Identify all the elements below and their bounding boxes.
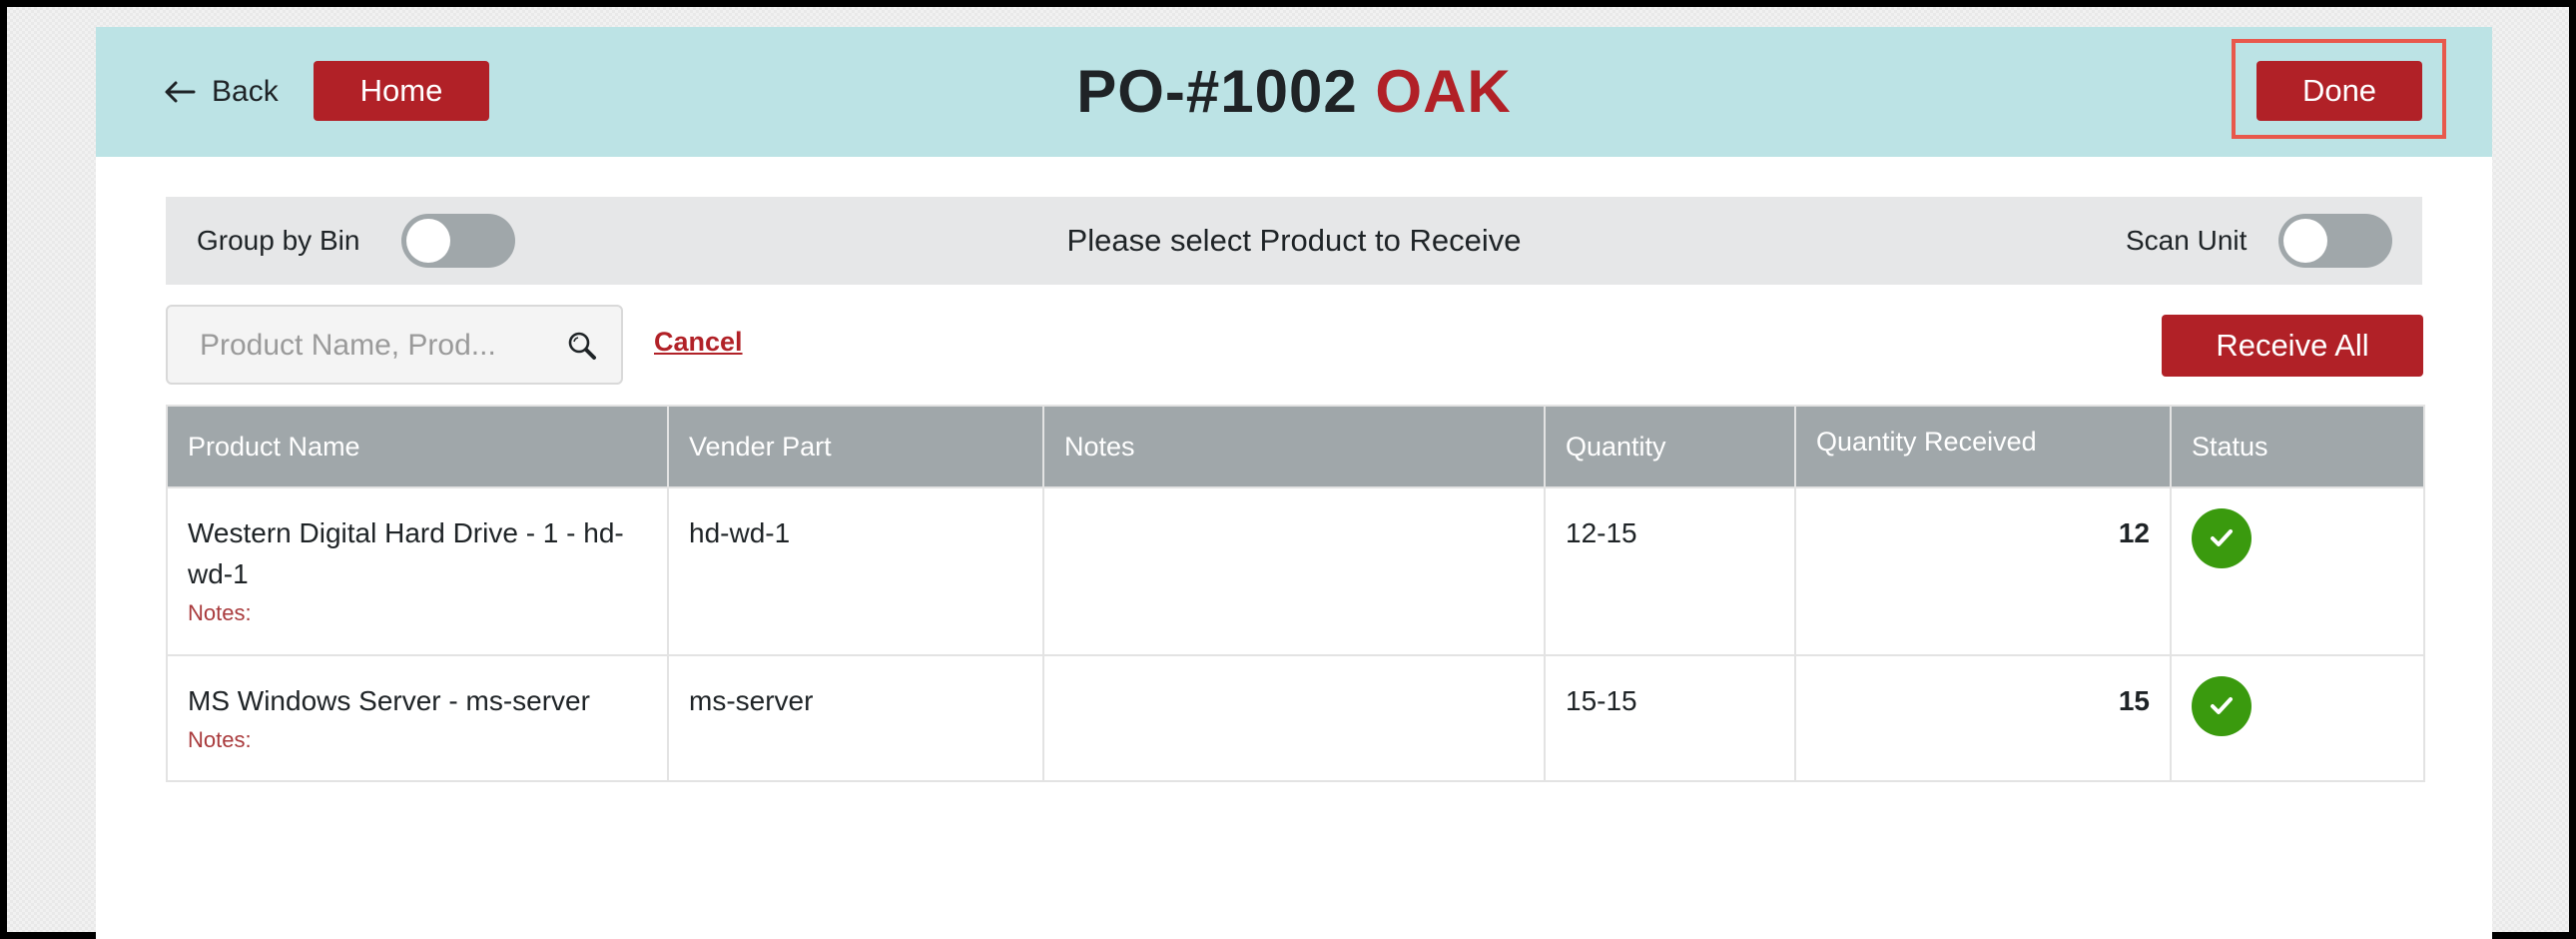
toggle-knob — [2283, 219, 2327, 263]
products-table: Product Name Vender Part Notes Quantity … — [166, 405, 2425, 782]
location-code: OAK — [1375, 58, 1512, 125]
notes-cell — [1042, 486, 1546, 656]
search-icon[interactable] — [567, 331, 597, 361]
product-name: MS Windows Server - ms-server — [188, 685, 590, 716]
table-row[interactable]: Western Digital Hard Drive - 1 - hd-wd-1… — [166, 486, 2425, 656]
status-cell — [2170, 486, 2425, 656]
toggle-knob — [406, 219, 450, 263]
screen-frame: Back Home PO-#1002 OAK Done Please selec… — [7, 7, 2569, 939]
table-row[interactable]: MS Windows Server - ms-server Notes: ms-… — [166, 654, 2425, 782]
po-number: PO-#1002 — [1076, 58, 1358, 125]
column-header-product-name[interactable]: Product Name — [166, 405, 669, 488]
quantity-cell: 15-15 — [1544, 654, 1796, 782]
vender-part-cell: hd-wd-1 — [667, 486, 1044, 656]
search-input[interactable] — [198, 321, 561, 371]
column-header-status[interactable]: Status — [2170, 405, 2425, 488]
group-by-bin-toggle[interactable] — [401, 214, 515, 268]
scan-unit-toggle[interactable] — [2278, 214, 2392, 268]
vender-part-cell: ms-server — [667, 654, 1044, 782]
header-bar: Back Home PO-#1002 OAK Done — [96, 27, 2492, 157]
group-by-bin-label: Group by Bin — [197, 225, 360, 256]
product-name-cell: MS Windows Server - ms-server Notes: — [166, 654, 669, 782]
quantity-received-cell[interactable]: 15 — [1794, 654, 2172, 782]
product-name-cell: Western Digital Hard Drive - 1 - hd-wd-1… — [166, 486, 669, 656]
cancel-link[interactable]: Cancel — [654, 327, 743, 358]
receive-toolbar: Please select Product to Receive Group b… — [166, 197, 2422, 285]
done-button[interactable]: Done — [2256, 61, 2422, 121]
receive-all-button[interactable]: Receive All — [2162, 315, 2423, 377]
scan-unit-label: Scan Unit — [2126, 225, 2248, 256]
notes-label: Notes: — [188, 600, 252, 625]
column-header-notes[interactable]: Notes — [1042, 405, 1546, 488]
check-icon — [2192, 508, 2252, 568]
quantity-received-cell[interactable]: 12 — [1794, 486, 2172, 656]
quantity-cell: 12-15 — [1544, 486, 1796, 656]
column-header-quantity-received[interactable]: Quantity Received — [1794, 405, 2172, 488]
page-title: PO-#1002 OAK — [96, 57, 2492, 126]
notes-cell — [1042, 654, 1546, 782]
product-search — [166, 305, 623, 385]
column-header-quantity[interactable]: Quantity — [1544, 405, 1796, 488]
column-header-vender-part[interactable]: Vender Part — [667, 405, 1044, 488]
check-icon — [2192, 676, 2252, 736]
status-cell — [2170, 654, 2425, 782]
page: Back Home PO-#1002 OAK Done Please selec… — [96, 27, 2492, 939]
product-name: Western Digital Hard Drive - 1 - hd-wd-1 — [188, 517, 624, 589]
table-header-row: Product Name Vender Part Notes Quantity … — [166, 405, 2425, 488]
notes-label: Notes: — [188, 727, 252, 752]
